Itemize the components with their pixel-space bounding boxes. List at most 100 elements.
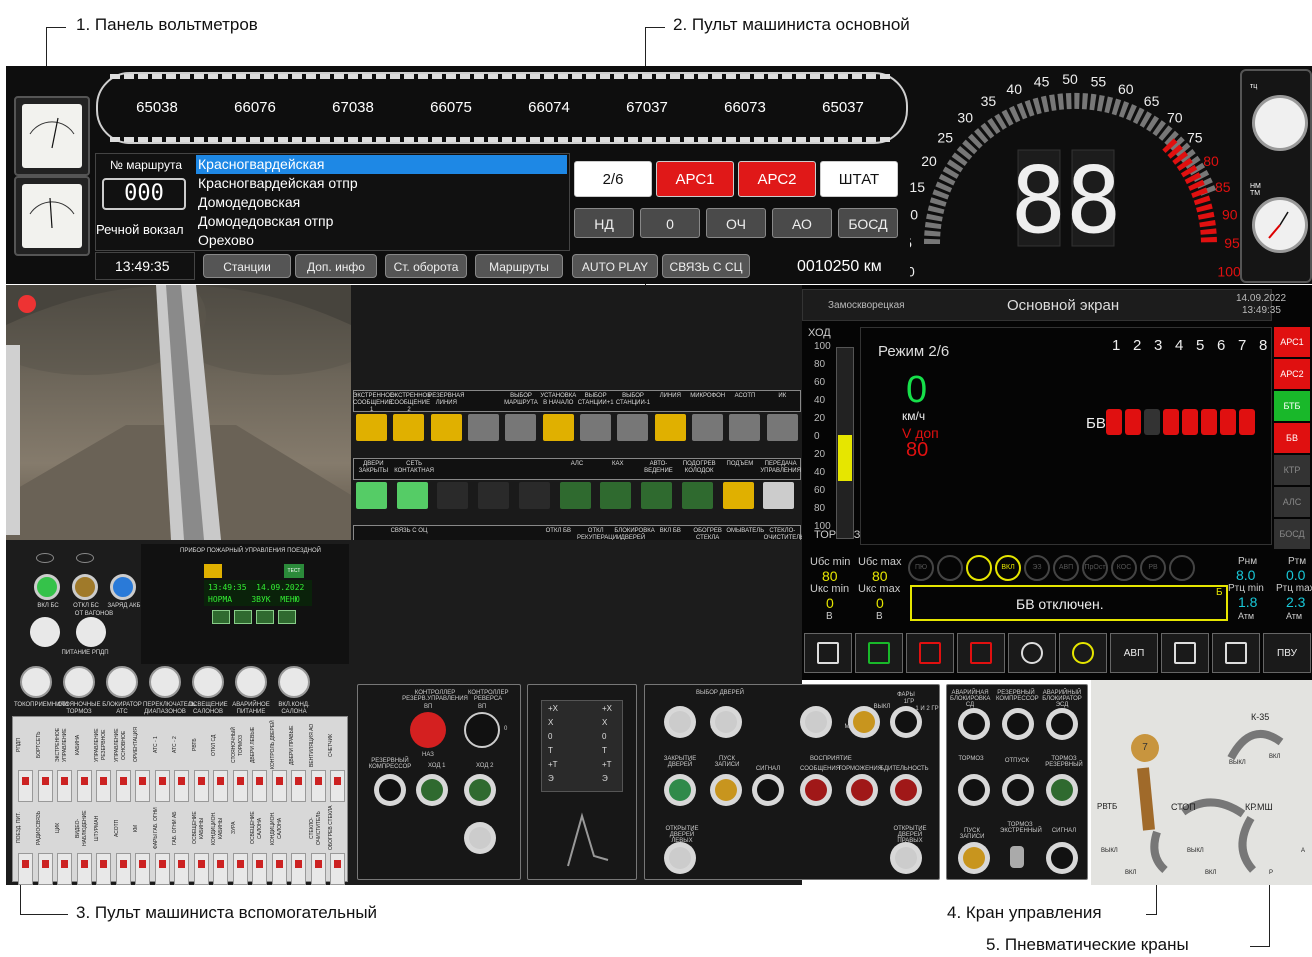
circuit-breaker[interactable] <box>310 770 326 802</box>
bottom-button[interactable]: СВЯЗЬ С СЦ <box>662 254 750 278</box>
rotary-switch[interactable] <box>63 666 95 698</box>
side-button[interactable]: АРС1 <box>1274 327 1310 357</box>
panel-button[interactable] <box>800 774 832 806</box>
panel-button[interactable] <box>1002 708 1034 740</box>
circuit-breaker[interactable] <box>135 853 150 885</box>
mode-button[interactable]: НД <box>574 208 634 238</box>
rotary-switch[interactable] <box>106 666 138 698</box>
fire-control-button[interactable] <box>278 610 296 624</box>
console-button[interactable] <box>437 482 469 509</box>
mode-button[interactable]: ШТАТ <box>820 161 898 197</box>
panel-button[interactable] <box>1046 842 1078 874</box>
circuit-breaker[interactable] <box>154 853 170 885</box>
fire-test-button[interactable]: ТЕСТ <box>284 564 304 578</box>
circuit-breaker[interactable] <box>330 853 345 885</box>
circuit-breaker[interactable] <box>271 770 287 802</box>
side-button[interactable]: АРС2 <box>1274 359 1310 389</box>
console-button[interactable] <box>766 414 798 441</box>
console-button[interactable] <box>396 482 428 509</box>
console-button[interactable] <box>356 414 387 441</box>
circuit-breaker[interactable] <box>57 853 72 885</box>
bottom-button[interactable]: Маршруты <box>475 254 563 278</box>
power-switch[interactable] <box>76 617 106 647</box>
panel-button[interactable] <box>890 706 922 738</box>
circuit-breaker[interactable] <box>174 853 189 885</box>
circuit-breaker[interactable] <box>291 770 306 802</box>
station-item[interactable]: Орехово <box>196 231 567 250</box>
console-button[interactable] <box>393 414 425 441</box>
mode-button[interactable]: БОСД <box>838 208 898 238</box>
power-switch[interactable] <box>30 617 60 647</box>
circuit-breaker[interactable] <box>76 853 92 885</box>
circuit-breaker[interactable] <box>291 853 306 885</box>
circuit-breaker[interactable] <box>37 853 53 885</box>
rotary-switch[interactable] <box>278 666 310 698</box>
panel-button[interactable] <box>1046 708 1078 740</box>
circuit-breaker[interactable] <box>271 853 287 885</box>
console-button[interactable] <box>430 414 462 441</box>
console-button[interactable] <box>518 482 550 509</box>
panel-button[interactable] <box>890 774 922 806</box>
hod1-button[interactable] <box>416 774 448 806</box>
console-button[interactable] <box>617 414 649 441</box>
controller-handle[interactable] <box>560 800 620 872</box>
circuit-breaker[interactable] <box>174 770 189 802</box>
console-button[interactable] <box>468 414 499 441</box>
panel-button[interactable] <box>710 706 742 738</box>
circuit-breaker[interactable] <box>115 853 131 885</box>
bottom-button[interactable]: AUTO PLAY <box>572 254 658 278</box>
screen-button[interactable]: ПВУ <box>1263 633 1311 673</box>
circuit-breaker[interactable] <box>57 770 72 802</box>
horn-icon[interactable] <box>1008 633 1056 673</box>
fire-control-button[interactable] <box>234 610 252 624</box>
panel-button[interactable] <box>958 708 990 740</box>
panel-button[interactable] <box>664 842 696 874</box>
fire-control-button[interactable] <box>256 610 274 624</box>
rotary-switch[interactable] <box>149 666 181 698</box>
console-button[interactable] <box>641 482 673 509</box>
circuit-breaker[interactable] <box>37 770 53 802</box>
circuit-breaker[interactable] <box>154 770 170 802</box>
circuit-breaker[interactable] <box>252 853 267 885</box>
circuit-breaker[interactable] <box>115 770 131 802</box>
mode-button[interactable]: 2/6 <box>574 161 652 197</box>
circuit-breaker[interactable] <box>213 853 228 885</box>
console-button[interactable] <box>763 482 795 509</box>
console-button[interactable] <box>478 482 510 509</box>
mode-button[interactable]: АРС1 <box>656 161 734 197</box>
circuit-breaker[interactable] <box>310 853 326 885</box>
route-number[interactable]: 000 <box>102 178 186 210</box>
side-button[interactable]: БТБ <box>1274 391 1310 421</box>
station-item[interactable]: Красногвардейская <box>196 155 567 174</box>
reserve-controller-knob[interactable] <box>410 712 446 748</box>
fire-yellow-button[interactable] <box>204 564 222 578</box>
toggle-switch[interactable] <box>1010 846 1024 868</box>
circuit-breaker[interactable] <box>252 770 267 802</box>
reverse-controller-knob[interactable] <box>464 712 500 748</box>
panel-button[interactable] <box>890 842 922 874</box>
bottom-button[interactable]: Ст. оборота <box>385 254 467 278</box>
panel-button[interactable] <box>664 774 696 806</box>
mode-button[interactable]: АО <box>772 208 832 238</box>
console-button[interactable] <box>356 482 387 509</box>
circuit-breaker[interactable] <box>76 770 92 802</box>
panel-button[interactable] <box>846 774 878 806</box>
circuit-breaker[interactable] <box>193 770 209 802</box>
panel-button[interactable] <box>710 774 742 806</box>
panel-button[interactable] <box>752 774 784 806</box>
console-button[interactable] <box>729 414 761 441</box>
station-item[interactable]: Домодедовская <box>196 193 567 212</box>
station-item[interactable]: Домодедовская отпр <box>196 212 567 231</box>
circuit-breaker[interactable] <box>18 770 33 802</box>
circuit-breaker[interactable] <box>330 770 345 802</box>
circuit-breaker[interactable] <box>193 853 209 885</box>
sun-icon[interactable] <box>1059 633 1107 673</box>
fire-control-button[interactable] <box>212 610 230 624</box>
side-button[interactable]: БВ <box>1274 423 1310 453</box>
panel-button[interactable] <box>664 706 696 738</box>
hod2-button[interactable] <box>464 774 496 806</box>
circuit-breaker[interactable] <box>232 770 248 802</box>
rotary-switch[interactable] <box>192 666 224 698</box>
circuit-breaker[interactable] <box>135 770 150 802</box>
screen-button[interactable]: АВП <box>1110 633 1158 673</box>
